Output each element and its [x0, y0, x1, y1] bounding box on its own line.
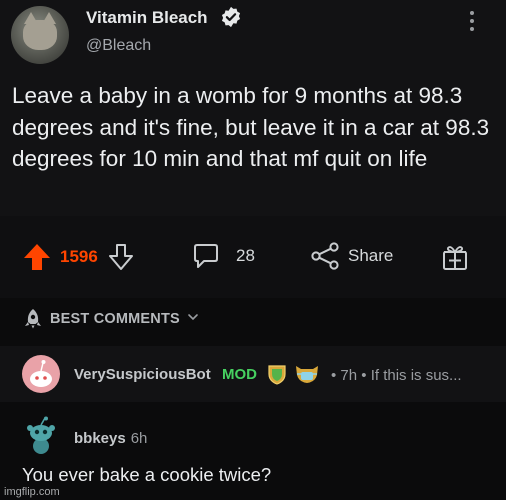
bot-username[interactable]: VerySuspiciousBot	[74, 366, 211, 383]
profile-avatar[interactable]	[11, 6, 69, 64]
comment-sort-bar[interactable]: BEST COMMENTS	[0, 298, 506, 340]
mod-flair: MOD	[222, 366, 257, 383]
user-handle[interactable]: @Bleach	[86, 37, 151, 55]
comment-text: You ever bake a cookie twice?	[22, 464, 272, 485]
bot-avatar[interactable]	[22, 355, 60, 393]
comment: bbkeys 6h You ever bake a cookie twice? i…	[0, 408, 506, 500]
watermark: imgflip.com	[4, 486, 60, 498]
gift-award-icon	[443, 246, 467, 270]
award-button[interactable]	[440, 242, 470, 272]
chevron-down-icon	[188, 314, 198, 321]
verified-badge-icon	[221, 6, 241, 28]
share-button[interactable]: Share	[310, 242, 393, 270]
shield-badge-icon	[268, 365, 286, 385]
more-vertical-icon[interactable]	[468, 9, 476, 35]
share-label: Share	[348, 246, 394, 265]
rocket-sort-icon	[25, 309, 41, 329]
downvote-arrow-icon[interactable]	[108, 243, 134, 271]
snoo-avatar-icon[interactable]	[22, 416, 60, 456]
comments-button[interactable]: 28	[192, 242, 255, 270]
comment-username[interactable]: bbkeys	[74, 430, 126, 447]
tweet-text: Leave a baby in a womb for 9 months at 9…	[12, 83, 490, 171]
vote-controls: 1596	[22, 242, 134, 272]
collapsed-bot-comment[interactable]: VerySuspiciousBot MOD • 7h • If this is …	[0, 346, 506, 402]
mask-badge-icon	[296, 366, 318, 383]
share-icon	[311, 242, 339, 270]
comment-bubble-icon	[194, 244, 218, 268]
bot-comment-preview: • 7h • If this is sus...	[331, 367, 462, 384]
vote-count: 1596	[60, 247, 98, 266]
comment-author-line: bbkeys 6h	[74, 430, 147, 447]
upvote-arrow-icon[interactable]	[22, 242, 52, 272]
tweet-card: Vitamin Bleach @Bleach Leave a baby in a…	[0, 0, 506, 216]
sort-label: BEST COMMENTS	[50, 311, 180, 327]
comment-count: 28	[236, 246, 255, 265]
display-name[interactable]: Vitamin Bleach	[86, 8, 208, 28]
post-action-bar: 1596 28 Share	[0, 216, 506, 298]
comment-timestamp: 6h	[130, 430, 148, 447]
